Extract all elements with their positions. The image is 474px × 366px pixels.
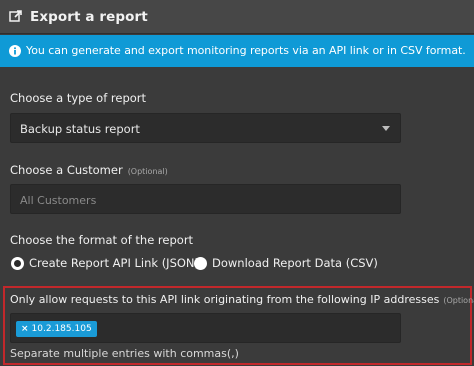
export-icon (9, 10, 22, 22)
ip-filter-optional-hint: (Optional) (443, 296, 474, 305)
info-text: You can generate and export monitoring r… (26, 44, 466, 57)
ip-tag: × 10.2.185.105 (16, 321, 97, 337)
report-type-label: Choose a type of report (10, 91, 147, 105)
dialog-title: Export a report (30, 9, 148, 25)
format-option-json-label: Create Report API Link (JSON) (29, 256, 200, 270)
dialog-header: Export a report (0, 0, 474, 34)
customer-label-text: Choose a Customer (10, 163, 123, 177)
report-type-select[interactable]: Backup status report (10, 113, 401, 143)
ip-filter-section: Only allow requests to this API link ori… (3, 286, 474, 365)
ip-filter-label: Only allow requests to this API link ori… (10, 293, 474, 306)
format-option-csv[interactable]: Download Report Data (CSV) (194, 256, 378, 270)
info-icon (9, 45, 21, 57)
customer-label: Choose a Customer (Optional) (10, 163, 168, 177)
ip-filter-help: Separate multiple entries with commas(,) (10, 347, 239, 360)
radio-csv[interactable] (194, 256, 207, 270)
chevron-down-icon (382, 126, 390, 131)
format-option-json[interactable]: Create Report API Link (JSON) (11, 256, 199, 270)
customer-input[interactable]: All Customers (10, 184, 401, 214)
info-banner: You can generate and export monitoring r… (0, 35, 474, 67)
format-label: Choose the format of the report (10, 233, 194, 247)
radio-json[interactable] (11, 256, 24, 270)
report-type-value: Backup status report (20, 122, 140, 136)
remove-tag-icon[interactable]: × (21, 324, 29, 334)
ip-tag-input[interactable]: × 10.2.185.105 (10, 313, 401, 343)
format-option-csv-label: Download Report Data (CSV) (212, 256, 378, 270)
ip-tag-value: 10.2.185.105 (31, 324, 92, 334)
customer-placeholder: All Customers (20, 194, 97, 207)
customer-optional-hint: (Optional) (127, 167, 168, 176)
ip-filter-label-text: Only allow requests to this API link ori… (10, 293, 440, 306)
